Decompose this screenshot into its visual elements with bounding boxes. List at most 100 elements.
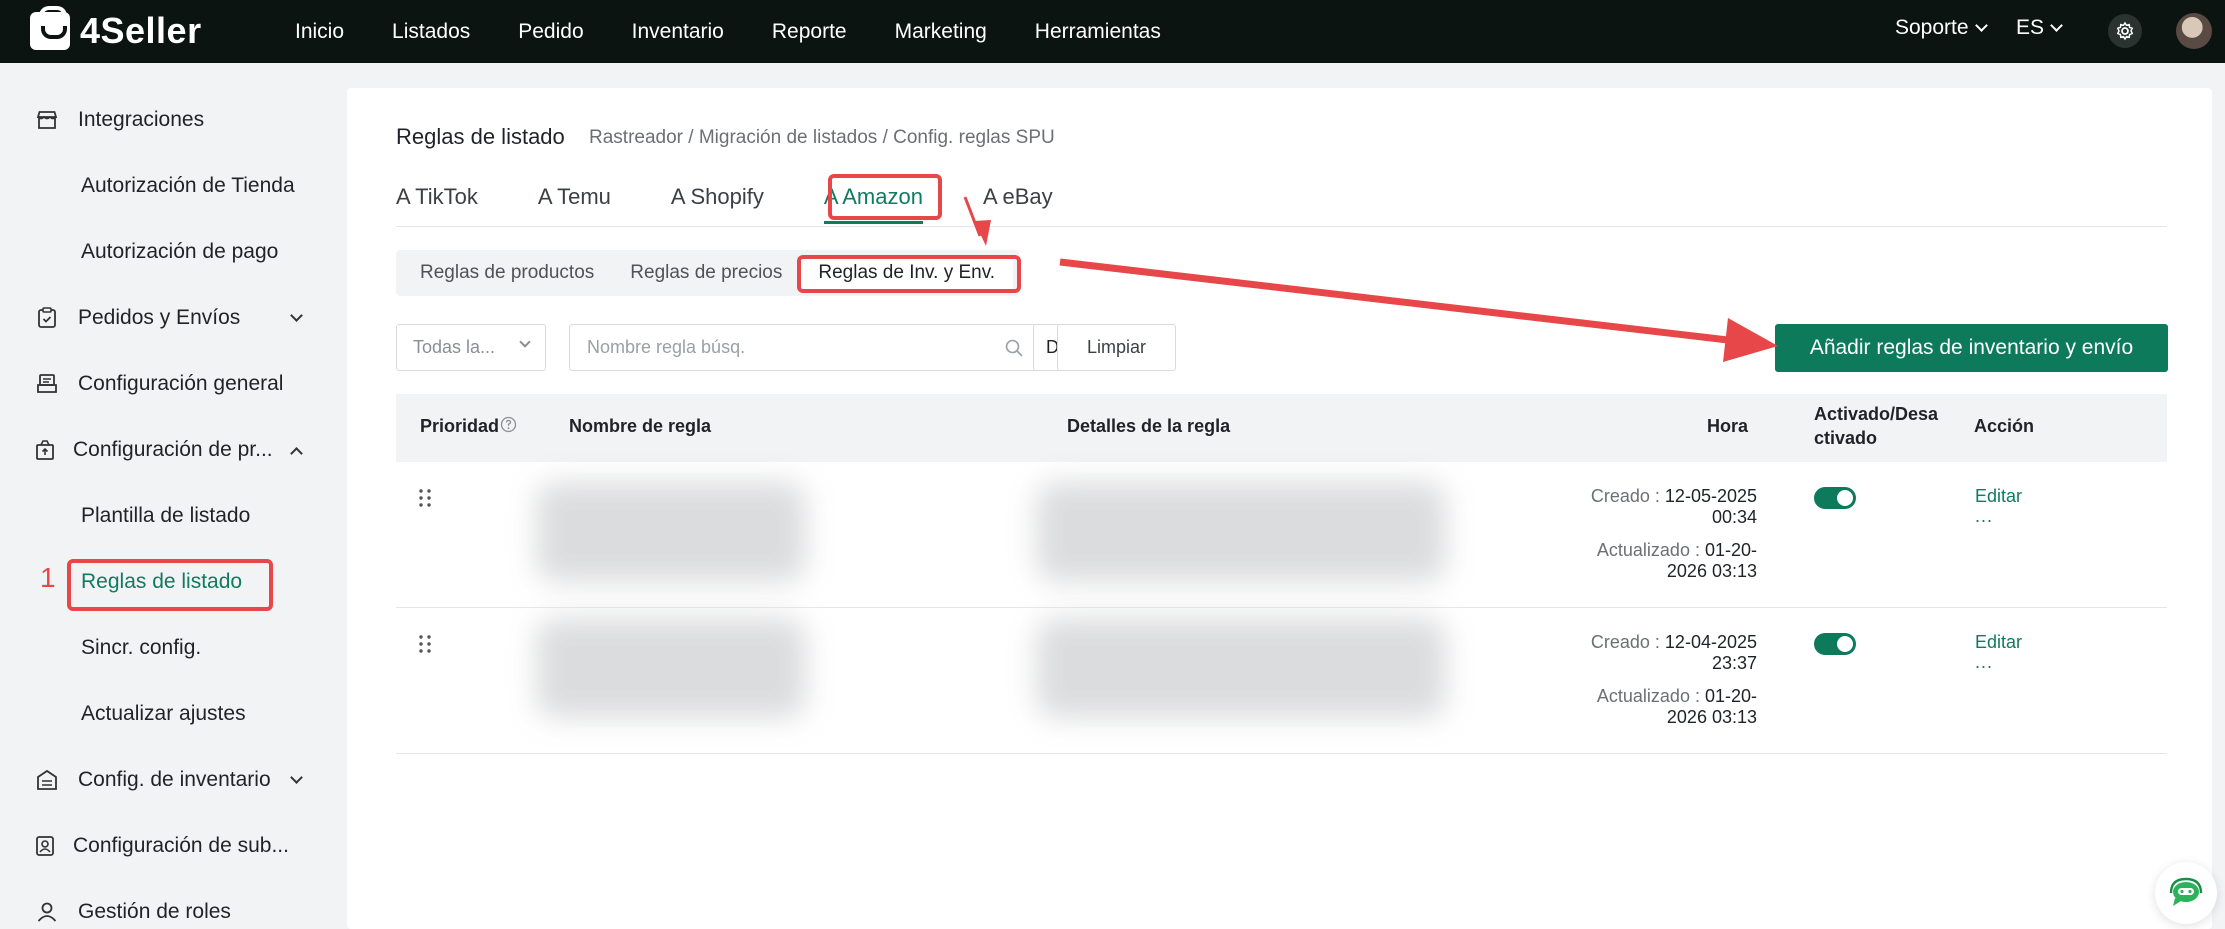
col-rule-name: Nombre de regla (569, 416, 712, 436)
breadcrumb[interactable]: Rastreador / Migración de listados / Con… (589, 127, 1055, 149)
col-rule-details: Detalles de la regla (1067, 416, 1231, 436)
col-enabled-line1: Activado/Desa (1814, 404, 1939, 424)
updated-clock: 2026 03:13 (1666, 561, 1757, 581)
nav-reporte[interactable]: Reporte (772, 20, 847, 44)
nav-listados[interactable]: Listados (392, 20, 470, 44)
sidebar-item-general-config[interactable]: Configuración general (0, 364, 347, 404)
updated-time: Actualizado : 01-20- 2026 03:13 (1597, 686, 1757, 728)
table-row: Creado : 12-04-2025 23:37 Actualizado : … (396, 608, 2167, 754)
language-dropdown[interactable]: ES (2016, 16, 2063, 40)
updated-time: Actualizado : 01-20- 2026 03:13 (1597, 540, 1757, 582)
chevron-down-icon (1974, 19, 1988, 32)
col-enabled-line2: ctivado (1814, 428, 1878, 448)
chevron-down-icon (519, 336, 531, 348)
top-navbar: 4Seller Inicio Listados Pedido Inventari… (0, 0, 2225, 63)
tab-temu[interactable]: A Temu (538, 184, 611, 224)
sidebar-item-label: Gestión de roles (78, 900, 231, 923)
step-number-annotation: 1 (40, 562, 56, 593)
gear-icon (2116, 21, 2134, 41)
sidebar-item-integrations[interactable]: Integraciones (0, 100, 347, 140)
chevron-down-icon (290, 771, 303, 784)
enabled-toggle[interactable] (1814, 633, 1856, 655)
sidebar-item-label: Plantilla de listado (81, 504, 251, 527)
page-title: Reglas de listado (396, 124, 565, 149)
col-action: Acción (1974, 416, 2035, 436)
highlight-box-listing-rules (67, 559, 273, 611)
chevron-up-icon (290, 446, 303, 460)
nav-marketing[interactable]: Marketing (895, 20, 987, 44)
created-clock: 23:37 (1711, 653, 1757, 673)
nav-pedido[interactable]: Pedido (518, 20, 583, 44)
sidebar-item-sync-config[interactable]: Sincr. config. (0, 628, 347, 668)
nav-inicio[interactable]: Inicio (295, 20, 344, 44)
add-inventory-shipping-rule-button[interactable]: Añadir reglas de inventario y envío (1775, 324, 2168, 372)
redacted-rule-details (1036, 482, 1446, 582)
tabs-divider (396, 226, 2167, 227)
app-logo[interactable]: 4Seller (30, 6, 202, 52)
subtab-product-rules[interactable]: Reglas de productos (402, 255, 612, 291)
nav-herramientas[interactable]: Herramientas (1035, 20, 1161, 44)
more-actions[interactable]: ... (1975, 506, 1993, 527)
rule-search (569, 324, 1046, 371)
created-clock: 00:34 (1711, 507, 1757, 527)
sidebar-item-role-management[interactable]: Gestión de roles (0, 892, 347, 929)
highlight-box-inv-env-subtab (797, 255, 1021, 293)
sidebar-item-listing-template[interactable]: Plantilla de listado (0, 496, 347, 536)
support-label: Soporte (1895, 16, 1969, 39)
table-row: Creado : 12-05-2025 00:34 Actualizado : … (396, 462, 2167, 608)
user-icon (33, 898, 61, 926)
sidebar-item-store-auth[interactable]: Autorización de Tienda (0, 166, 347, 206)
drag-handle-icon[interactable] (418, 634, 432, 654)
settings-button[interactable] (2108, 14, 2142, 48)
redacted-rule-name (536, 618, 806, 718)
sidebar-item-label: Actualizar ajustes (81, 702, 246, 725)
drag-handle-icon[interactable] (418, 488, 432, 508)
sidebar: Integraciones Autorización de Tienda Aut… (0, 63, 347, 929)
chat-support-icon (2169, 877, 2203, 906)
enabled-toggle[interactable] (1814, 487, 1856, 509)
table-header: Prioridad Nombre de regla Detalles de la… (396, 394, 2167, 462)
created-time: Creado : 12-04-2025 23:37 (1591, 632, 1757, 674)
chevron-down-icon (290, 309, 303, 322)
rule-search-input[interactable] (587, 337, 987, 358)
user-badge-icon (31, 832, 59, 860)
updated-clock: 2026 03:13 (1666, 707, 1757, 727)
clear-button[interactable]: Limpiar (1057, 324, 1176, 371)
sidebar-item-label: Autorización de pago (81, 240, 279, 263)
sidebar-item-update-settings[interactable]: Actualizar ajustes (0, 694, 347, 734)
printer-icon (33, 370, 61, 398)
created-time: Creado : 12-05-2025 00:34 (1591, 486, 1757, 528)
updated-label: Actualizado : (1596, 540, 1700, 560)
main-nav: Inicio Listados Pedido Inventario Report… (295, 0, 1161, 63)
sidebar-item-orders-shipping[interactable]: Pedidos y Envíos (0, 298, 347, 338)
platform-tabs: A TikTok A Temu A Shopify A Amazon A eBa… (396, 184, 1053, 224)
warehouse-icon (33, 766, 61, 794)
nav-inventario[interactable]: Inventario (632, 20, 724, 44)
tab-shopify[interactable]: A Shopify (671, 184, 764, 224)
edit-link[interactable]: Editar (1975, 486, 2022, 507)
store-select[interactable]: Todas la... (396, 324, 546, 371)
chat-support-button[interactable] (2155, 862, 2217, 924)
created-date: 12-05-2025 (1664, 486, 1757, 506)
col-priority: Prioridad (420, 416, 500, 436)
created-label: Creado : (1590, 486, 1660, 506)
tab-tiktok[interactable]: A TikTok (396, 184, 478, 224)
updated-date: 01-20- (1704, 540, 1757, 560)
sidebar-item-sub-config[interactable]: Configuración de sub... (0, 826, 347, 866)
redacted-rule-details (1036, 618, 1446, 718)
avatar[interactable] (2176, 13, 2212, 49)
edit-link[interactable]: Editar (1975, 632, 2022, 653)
help-circle-icon[interactable] (500, 416, 517, 433)
store-select-value: Todas la... (413, 337, 496, 357)
bag-logo-icon (30, 6, 70, 50)
support-dropdown[interactable]: Soporte (1895, 16, 1988, 40)
sidebar-item-inventory-config[interactable]: Config. de inventario (0, 760, 347, 800)
subtab-price-rules[interactable]: Reglas de precios (612, 255, 800, 291)
clipboard-check-icon (33, 304, 61, 332)
sidebar-item-payment-auth[interactable]: Autorización de pago (0, 232, 347, 272)
sidebar-item-product-config[interactable]: Configuración de pr... (0, 430, 347, 470)
search-icon[interactable] (1004, 338, 1024, 358)
store-icon (33, 106, 61, 134)
more-actions[interactable]: ... (1975, 652, 1993, 673)
tab-ebay[interactable]: A eBay (983, 184, 1053, 224)
